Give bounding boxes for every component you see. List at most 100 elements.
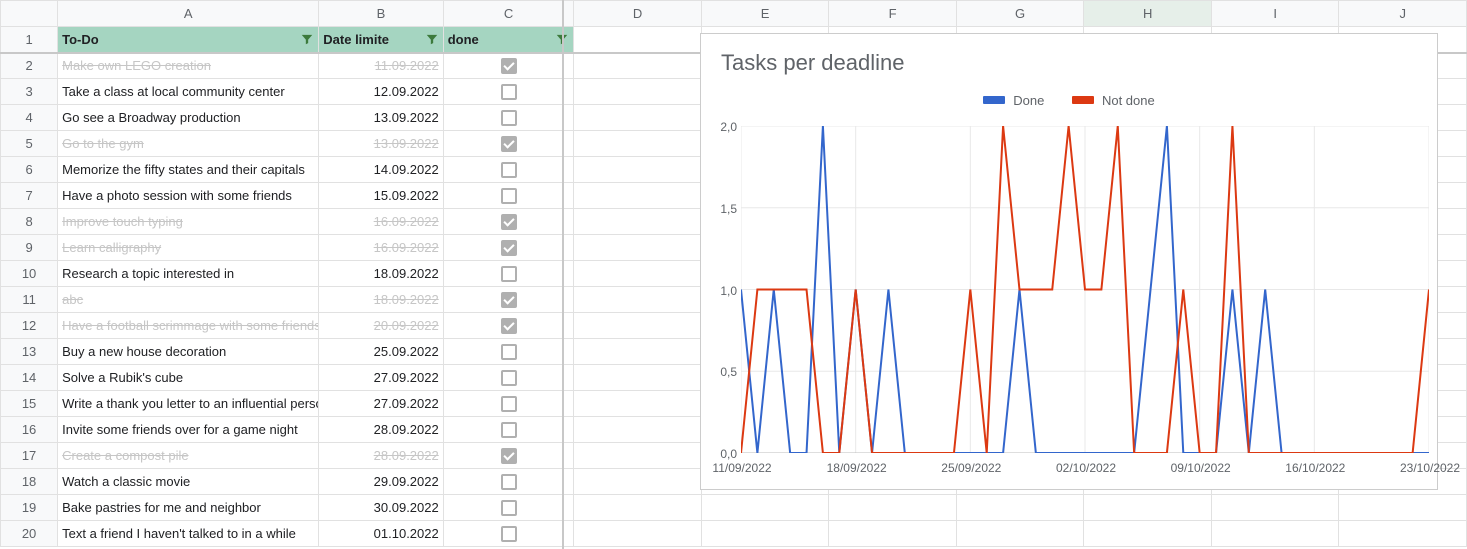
cell-D10[interactable] <box>574 261 702 287</box>
cell-C13[interactable] <box>443 339 574 365</box>
checkbox[interactable] <box>501 526 517 542</box>
cell-C2[interactable] <box>443 53 574 79</box>
col-header-I[interactable]: I <box>1211 1 1339 27</box>
row-header-16[interactable]: 16 <box>1 417 58 443</box>
checkbox[interactable] <box>501 422 517 438</box>
header-cell-C[interactable]: done <box>443 27 574 53</box>
row-header-18[interactable]: 18 <box>1 469 58 495</box>
cell-A3[interactable]: Take a class at local community center <box>58 79 319 105</box>
cell-D5[interactable] <box>574 131 702 157</box>
cell-G20[interactable] <box>956 521 1084 547</box>
cell-D19[interactable] <box>574 495 702 521</box>
cell-A4[interactable]: Go see a Broadway production <box>58 105 319 131</box>
cell-A18[interactable]: Watch a classic movie <box>58 469 319 495</box>
col-header-F[interactable]: F <box>829 1 957 27</box>
cell-E19[interactable] <box>701 495 829 521</box>
col-header-J[interactable]: J <box>1339 1 1467 27</box>
cell-D14[interactable] <box>574 365 702 391</box>
cell-C16[interactable] <box>443 417 574 443</box>
cell-I20[interactable] <box>1211 521 1339 547</box>
checkbox[interactable] <box>501 396 517 412</box>
cell-B20[interactable]: 01.10.2022 <box>319 521 443 547</box>
cell-B10[interactable]: 18.09.2022 <box>319 261 443 287</box>
row-header-6[interactable]: 6 <box>1 157 58 183</box>
cell-G19[interactable] <box>956 495 1084 521</box>
cell-D7[interactable] <box>574 183 702 209</box>
cell-C17[interactable] <box>443 443 574 469</box>
cell-H20[interactable] <box>1084 521 1212 547</box>
checkbox[interactable] <box>501 292 517 308</box>
cell-I19[interactable] <box>1211 495 1339 521</box>
cell-D2[interactable] <box>574 53 702 79</box>
cell-C8[interactable] <box>443 209 574 235</box>
checkbox[interactable] <box>501 58 517 74</box>
cell-C15[interactable] <box>443 391 574 417</box>
row-header-19[interactable]: 19 <box>1 495 58 521</box>
cell-D16[interactable] <box>574 417 702 443</box>
col-header-E[interactable]: E <box>701 1 829 27</box>
cell-B12[interactable]: 20.09.2022 <box>319 313 443 339</box>
cell-A14[interactable]: Solve a Rubik's cube <box>58 365 319 391</box>
select-all-corner[interactable] <box>1 1 58 27</box>
cell-A20[interactable]: Text a friend I haven't talked to in a w… <box>58 521 319 547</box>
cell-C19[interactable] <box>443 495 574 521</box>
cell-C4[interactable] <box>443 105 574 131</box>
cell-D6[interactable] <box>574 157 702 183</box>
cell-A9[interactable]: Learn calligraphy <box>58 235 319 261</box>
cell-A5[interactable]: Go to the gym <box>58 131 319 157</box>
cell-A12[interactable]: Have a football scrimmage with some frie… <box>58 313 319 339</box>
filter-icon[interactable] <box>554 31 570 47</box>
row-header-3[interactable]: 3 <box>1 79 58 105</box>
cell-D8[interactable] <box>574 209 702 235</box>
row-header-11[interactable]: 11 <box>1 287 58 313</box>
cell-H19[interactable] <box>1084 495 1212 521</box>
cell-A8[interactable]: Improve touch typing <box>58 209 319 235</box>
row-header-13[interactable]: 13 <box>1 339 58 365</box>
cell-B18[interactable]: 29.09.2022 <box>319 469 443 495</box>
row-header-4[interactable]: 4 <box>1 105 58 131</box>
row-header-20[interactable]: 20 <box>1 521 58 547</box>
checkbox[interactable] <box>501 318 517 334</box>
cell-C7[interactable] <box>443 183 574 209</box>
cell-A19[interactable]: Bake pastries for me and neighbor <box>58 495 319 521</box>
cell-B3[interactable]: 12.09.2022 <box>319 79 443 105</box>
cell-D15[interactable] <box>574 391 702 417</box>
cell-D4[interactable] <box>574 105 702 131</box>
cell-E20[interactable] <box>701 521 829 547</box>
cell-A13[interactable]: Buy a new house decoration <box>58 339 319 365</box>
cell-C18[interactable] <box>443 469 574 495</box>
checkbox[interactable] <box>501 240 517 256</box>
col-header-C[interactable]: C <box>443 1 574 27</box>
row-header-17[interactable]: 17 <box>1 443 58 469</box>
cell-A16[interactable]: Invite some friends over for a game nigh… <box>58 417 319 443</box>
cell-B9[interactable]: 16.09.2022 <box>319 235 443 261</box>
filter-icon[interactable] <box>299 31 315 47</box>
col-header-B[interactable]: B <box>319 1 443 27</box>
checkbox[interactable] <box>501 266 517 282</box>
row-header-9[interactable]: 9 <box>1 235 58 261</box>
checkbox[interactable] <box>501 84 517 100</box>
cell-A17[interactable]: Create a compost pile <box>58 443 319 469</box>
checkbox[interactable] <box>501 214 517 230</box>
col-header-A[interactable]: A <box>58 1 319 27</box>
cell-D17[interactable] <box>574 443 702 469</box>
header-cell-A[interactable]: To-Do <box>58 27 319 53</box>
cell-B8[interactable]: 16.09.2022 <box>319 209 443 235</box>
checkbox[interactable] <box>501 110 517 126</box>
cell-J20[interactable] <box>1339 521 1467 547</box>
cell-C5[interactable] <box>443 131 574 157</box>
checkbox[interactable] <box>501 188 517 204</box>
header-cell-B[interactable]: Date limite <box>319 27 443 53</box>
cell-C12[interactable] <box>443 313 574 339</box>
cell-D3[interactable] <box>574 79 702 105</box>
cell-B7[interactable]: 15.09.2022 <box>319 183 443 209</box>
cell-B19[interactable]: 30.09.2022 <box>319 495 443 521</box>
row-header-8[interactable]: 8 <box>1 209 58 235</box>
cell-B6[interactable]: 14.09.2022 <box>319 157 443 183</box>
cell-C3[interactable] <box>443 79 574 105</box>
cell-C6[interactable] <box>443 157 574 183</box>
row-header-7[interactable]: 7 <box>1 183 58 209</box>
row-header-10[interactable]: 10 <box>1 261 58 287</box>
cell-A2[interactable]: Make own LEGO creation <box>58 53 319 79</box>
cell-A7[interactable]: Have a photo session with some friends <box>58 183 319 209</box>
